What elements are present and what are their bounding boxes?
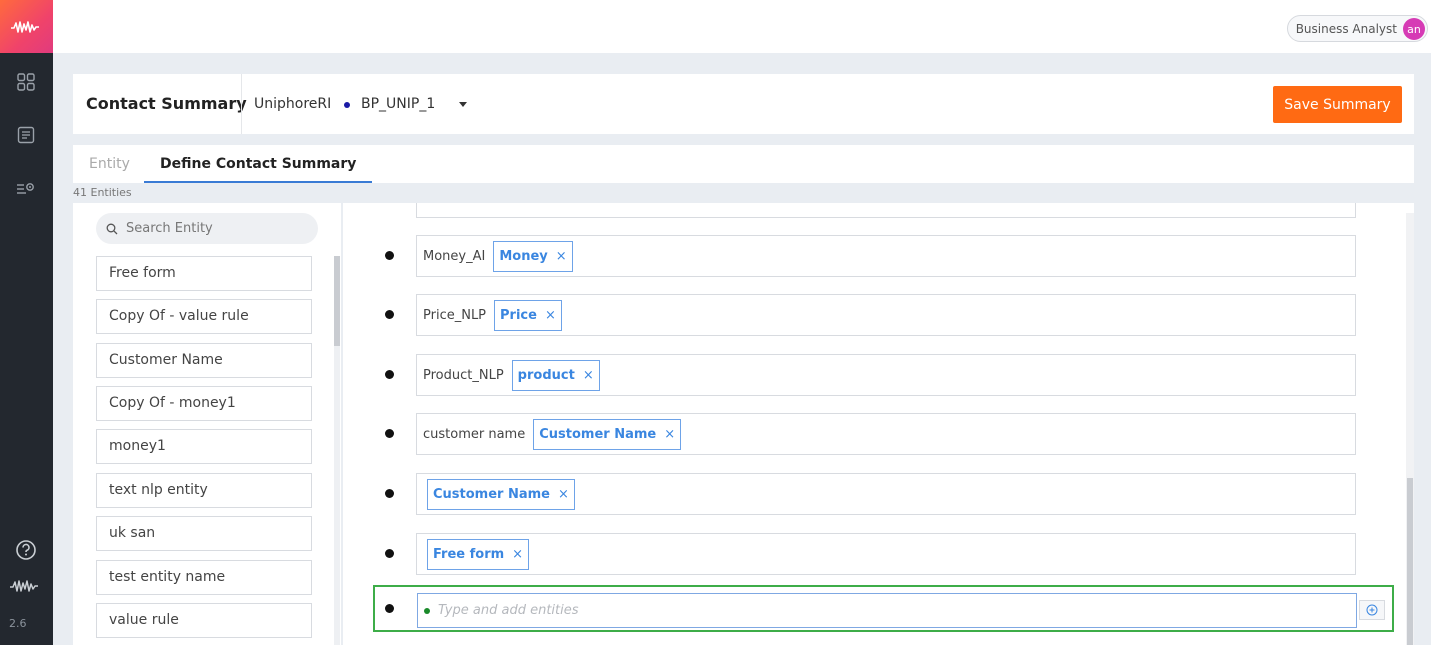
entity-chip: product × [511,359,600,391]
summary-field-partial[interactable] [416,203,1356,218]
search-box [96,213,318,244]
entity-chip: Price × [494,299,562,331]
summary-text: customer name [423,426,526,442]
bullet [385,370,394,379]
summary-field[interactable]: Free form × [416,533,1356,575]
chip-label: Money [499,248,548,264]
entity-count: 41 Entities [73,186,132,199]
header-divider [241,74,242,134]
entity-item[interactable]: text nlp entity [96,473,312,508]
bullet [385,549,394,558]
user-menu[interactable]: Business Analyst an [1286,15,1428,42]
chip-label: product [517,367,575,383]
document-icon[interactable] [14,123,38,147]
left-rail: 2.6 [0,0,53,645]
entity-chip: Free form × [427,538,530,570]
entity-list-panel: Free form Copy Of - value rule Customer … [73,203,341,645]
chip-label: Price [500,307,537,323]
avatar: an [1403,18,1425,40]
user-role: Business Analyst [1295,21,1397,36]
close-icon[interactable]: × [545,308,556,323]
version-label: 2.6 [9,617,27,630]
tab-define-contact-summary[interactable]: Define Contact Summary [144,145,373,183]
bp-status-dot [344,102,350,108]
scrollbar-thumb[interactable] [1407,478,1413,645]
entity-list-scrollbar[interactable] [334,256,340,645]
top-bar: Business Analyst an [53,0,1431,53]
bp-selector[interactable]: BP_UNIP_1 [361,96,435,112]
summary-text: Money_AI [423,248,486,264]
entity-chip: Customer Name × [533,418,682,450]
entity-chip: Money × [493,240,573,272]
summary-panel: Money_AI Money × Price_NLP Price × Product… [343,203,1414,645]
summary-scrollbar[interactable] [1406,213,1414,645]
tab-bar: Entity Define Contact Summary [73,145,1414,183]
entity-input[interactable] [438,603,1318,618]
chip-label: Free form [433,546,505,562]
close-icon[interactable]: × [664,427,675,442]
save-summary-button[interactable]: Save Summary [1273,86,1402,123]
summary-field[interactable]: Price_NLP Price × [416,294,1356,336]
search-icon [106,223,118,234]
summary-field[interactable]: Product_NLP product × [416,354,1356,396]
entity-item[interactable]: test entity name [96,560,312,595]
brand-wave-icon [9,574,43,598]
project-name: UniphoreRI [254,96,332,112]
page-header: Contact Summary UniphoreRI BP_UNIP_1 Sav… [73,74,1414,134]
close-icon[interactable]: × [512,547,523,562]
bullet [385,429,394,438]
help-icon[interactable] [14,538,38,562]
plus-circle-icon [1366,604,1378,616]
brand-wave-icon [10,20,39,33]
entity-item[interactable]: Customer Name [96,343,312,378]
summary-field[interactable]: Money_AI Money × [416,235,1356,277]
entity-item[interactable]: uk san [96,516,312,551]
bullet [385,489,394,498]
entity-item[interactable]: value rule [96,603,312,638]
dashboard-icon[interactable] [14,70,38,94]
bullet [385,604,394,613]
summary-field[interactable]: Customer Name × [416,473,1356,515]
page-title: Contact Summary [86,94,247,113]
chevron-down-icon[interactable] [459,102,467,107]
bullet [385,251,394,260]
add-entity-button[interactable] [1359,600,1385,620]
chip-label: Customer Name [539,426,657,442]
active-dot [424,607,430,614]
brand-logo[interactable] [0,0,53,53]
close-icon[interactable]: × [556,249,567,264]
new-entity-field[interactable] [417,593,1357,628]
summary-text: Product_NLP [423,367,504,383]
entity-item[interactable]: Copy Of - money1 [96,386,312,421]
tab-entity[interactable]: Entity [89,145,130,183]
bullet [385,310,394,319]
close-icon[interactable]: × [558,487,569,502]
summary-text: Price_NLP [423,307,487,323]
close-icon[interactable]: × [583,368,594,383]
entity-item[interactable]: Copy Of - value rule [96,299,312,334]
entity-item[interactable]: money1 [96,429,312,464]
settings-list-icon[interactable] [14,177,38,201]
summary-field[interactable]: customer name Customer Name × [416,413,1356,455]
chip-label: Customer Name [433,486,550,502]
entity-item[interactable]: Free form [96,256,312,291]
entity-chip: Customer Name × [427,478,575,510]
scrollbar-thumb[interactable] [334,256,340,346]
new-summary-row [373,585,1394,632]
search-input[interactable] [126,221,306,236]
